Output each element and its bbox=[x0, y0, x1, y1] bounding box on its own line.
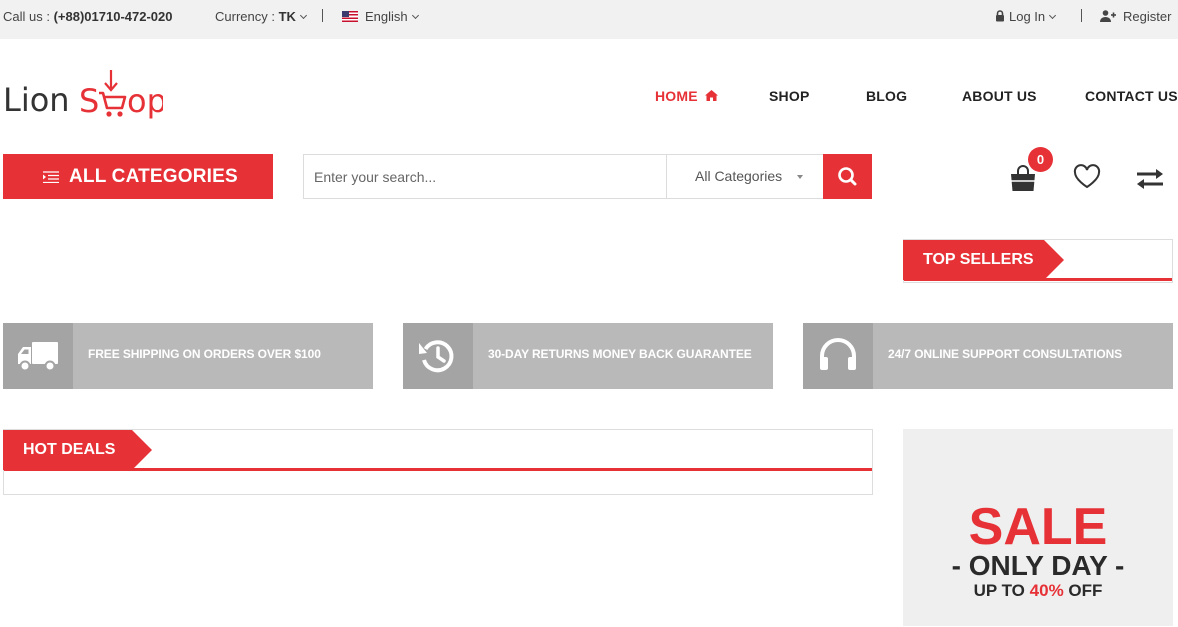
search-category-select[interactable]: All Categories bbox=[666, 155, 824, 198]
compare-arrows-icon bbox=[1137, 169, 1163, 189]
site-logo[interactable]: Lion S op bbox=[3, 68, 167, 126]
sale-offer-percent: 40% bbox=[1029, 581, 1064, 600]
feature-icon-box bbox=[803, 323, 873, 389]
menu-icon bbox=[43, 171, 59, 183]
search-button[interactable] bbox=[823, 154, 872, 199]
currency-label: Currency : bbox=[215, 9, 275, 24]
top-sellers-underline bbox=[904, 278, 1172, 281]
logo-text-s: S bbox=[79, 82, 99, 120]
nav-blog[interactable]: BLOG bbox=[866, 86, 907, 106]
divider bbox=[1081, 9, 1082, 22]
nav-home-label: HOME bbox=[655, 88, 698, 104]
register-link[interactable]: Register bbox=[1100, 0, 1171, 33]
search-icon bbox=[838, 167, 857, 186]
chevron-down-icon bbox=[1049, 11, 1057, 20]
history-icon bbox=[419, 340, 454, 373]
feature-returns: 30-DAY RETURNS MONEY BACK GUARANTEE bbox=[403, 323, 773, 389]
currency-value: TK bbox=[278, 9, 296, 24]
feature-icon-box bbox=[3, 323, 73, 389]
hot-deals-title: HOT DEALS bbox=[3, 430, 152, 470]
home-icon bbox=[704, 89, 718, 101]
logo-text-lion: Lion bbox=[3, 81, 70, 119]
top-bar: Call us : (+88)01710-472-020 Currency : … bbox=[0, 0, 1178, 39]
hot-deals-underline bbox=[4, 468, 872, 471]
chevron-down-icon bbox=[411, 11, 419, 20]
sale-title: SALE bbox=[968, 498, 1108, 556]
us-flag-icon bbox=[342, 11, 358, 23]
lionshop-logo: Lion S op bbox=[3, 70, 167, 120]
hot-deals-section: HOT DEALS bbox=[3, 429, 873, 495]
top-sellers-section: TOP SELLERS bbox=[903, 239, 1173, 283]
nav-home[interactable]: HOME bbox=[655, 86, 718, 106]
contact-phone: Call us : (+88)01710-472-020 bbox=[3, 0, 173, 33]
currency-selector[interactable]: Currency : TK bbox=[215, 0, 307, 33]
feature-icon-box bbox=[403, 323, 473, 389]
all-categories-button[interactable]: ALL CATEGORIES bbox=[3, 154, 273, 199]
feature-free-shipping: FREE SHIPPING ON ORDERS OVER $100 bbox=[3, 323, 373, 389]
lock-icon bbox=[996, 9, 1004, 22]
nav-contact-us[interactable]: CONTACT US bbox=[1085, 86, 1178, 106]
sale-offer-suffix: OFF bbox=[1068, 581, 1103, 600]
feature-text: FREE SHIPPING ON ORDERS OVER $100 bbox=[88, 347, 321, 361]
heart-icon bbox=[1073, 164, 1101, 189]
sale-offer: UP TO 40% OFF bbox=[903, 580, 1173, 602]
cart-count-badge: 0 bbox=[1028, 147, 1053, 172]
user-plus-icon bbox=[1100, 9, 1116, 22]
login-link[interactable]: Log In bbox=[995, 0, 1057, 33]
all-categories-label: ALL CATEGORIES bbox=[69, 166, 238, 187]
phone-number: (+88)01710-472-020 bbox=[53, 9, 173, 24]
language-selector[interactable]: English bbox=[342, 0, 419, 33]
truck-icon bbox=[18, 342, 58, 372]
divider bbox=[322, 9, 323, 22]
sale-subtitle: - ONLY DAY - bbox=[951, 550, 1125, 581]
feature-support: 24/7 ONLINE SUPPORT CONSULTATIONS bbox=[803, 323, 1173, 389]
logo-text-op: op bbox=[127, 82, 163, 120]
compare-button[interactable] bbox=[1135, 166, 1165, 192]
search-bar: All Categories bbox=[303, 154, 872, 199]
sale-offer-prefix: UP TO bbox=[973, 581, 1025, 600]
sale-banner[interactable]: SALE - ONLY DAY - UP TO 40% OFF bbox=[903, 429, 1173, 626]
search-input[interactable] bbox=[304, 155, 666, 198]
nav-about-us[interactable]: ABOUT US bbox=[962, 86, 1037, 106]
login-label: Log In bbox=[1009, 9, 1046, 24]
feature-text: 24/7 ONLINE SUPPORT CONSULTATIONS bbox=[888, 347, 1123, 361]
register-label: Register bbox=[1123, 9, 1172, 24]
headphones-icon bbox=[820, 338, 856, 370]
nav-shop[interactable]: SHOP bbox=[769, 86, 809, 106]
chevron-down-icon bbox=[299, 11, 307, 20]
language-label: English bbox=[365, 9, 408, 24]
top-sellers-title: TOP SELLERS bbox=[903, 240, 1064, 280]
call-label: Call us : bbox=[3, 9, 50, 24]
caret-down-icon bbox=[797, 175, 803, 179]
search-category-label: All Categories bbox=[695, 168, 783, 184]
feature-text: 30-DAY RETURNS MONEY BACK GUARANTEE bbox=[488, 347, 752, 361]
wishlist-button[interactable] bbox=[1072, 163, 1102, 191]
